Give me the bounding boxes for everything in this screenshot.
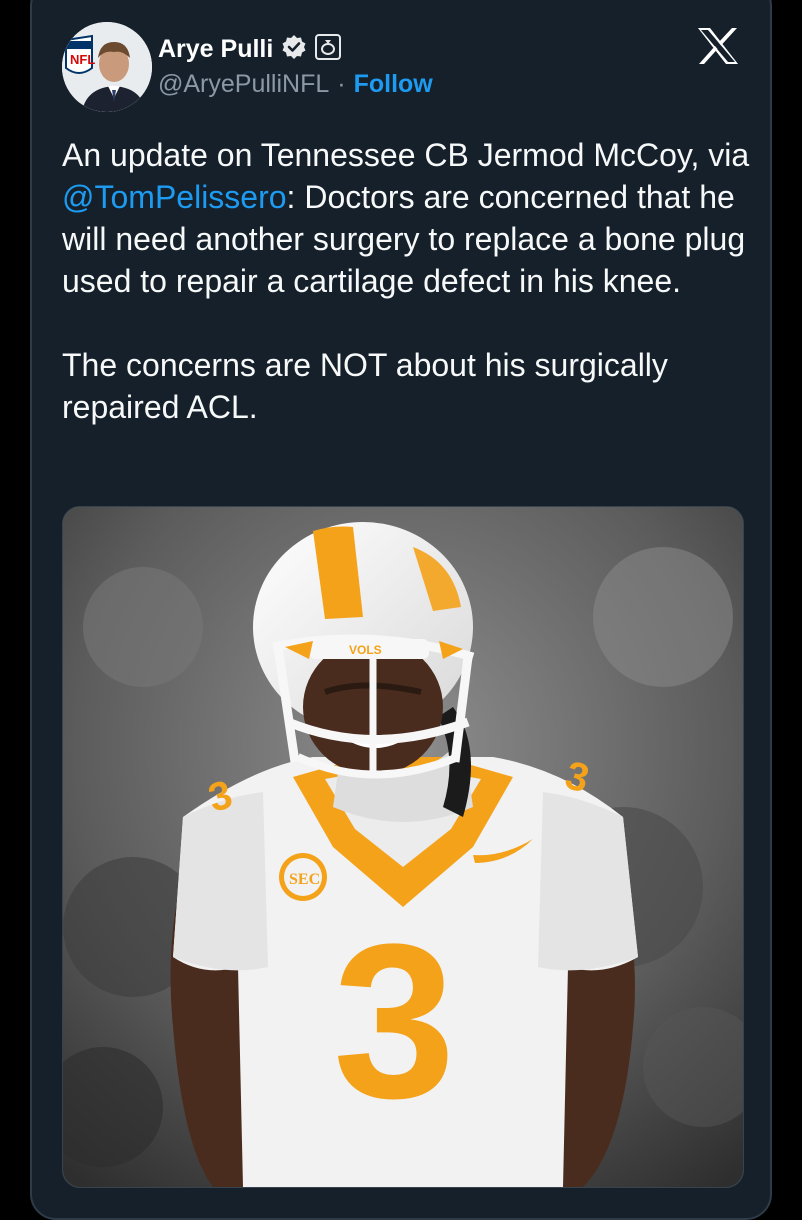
nfl-affiliate-icon[interactable] (315, 33, 342, 65)
separator-dot: · (337, 70, 346, 98)
x-logo-icon[interactable] (696, 26, 740, 66)
author-name[interactable]: Arye Pulli (158, 35, 273, 64)
author-handle[interactable]: @AryePulliNFL (158, 70, 329, 99)
tweet-text-part2: : Doctors are concerned that he will nee… (62, 179, 746, 425)
tweet-photo[interactable]: 3 3 T SEC 3 VOLS (62, 506, 744, 1188)
tweet-text-part1: An update on Tennessee CB Jermod McCoy, … (62, 137, 759, 173)
sec-patch-text: SEC (289, 871, 320, 888)
mention-link[interactable]: @TomPelissero (62, 179, 287, 215)
tweet-text: An update on Tennessee CB Jermod McCoy, … (62, 134, 752, 428)
helmet-vols-text: VOLS (349, 643, 382, 657)
follow-button[interactable]: Follow (354, 70, 433, 99)
verified-badge-icon (281, 34, 307, 65)
tweet-card: NFL Arye Pulli @AryePulliNFL · Follow An… (30, 0, 772, 1220)
avatar-nfl-logo-text: NFL (70, 52, 95, 67)
author-avatar[interactable]: NFL (62, 22, 152, 112)
author-handle-row: @AryePulliNFL · Follow (158, 70, 433, 99)
player-photo: 3 3 T SEC 3 VOLS (63, 507, 743, 1187)
avatar-photo: NFL (62, 22, 152, 112)
jersey-number: 3 (333, 898, 455, 1144)
author-name-row: Arye Pulli (158, 32, 342, 66)
